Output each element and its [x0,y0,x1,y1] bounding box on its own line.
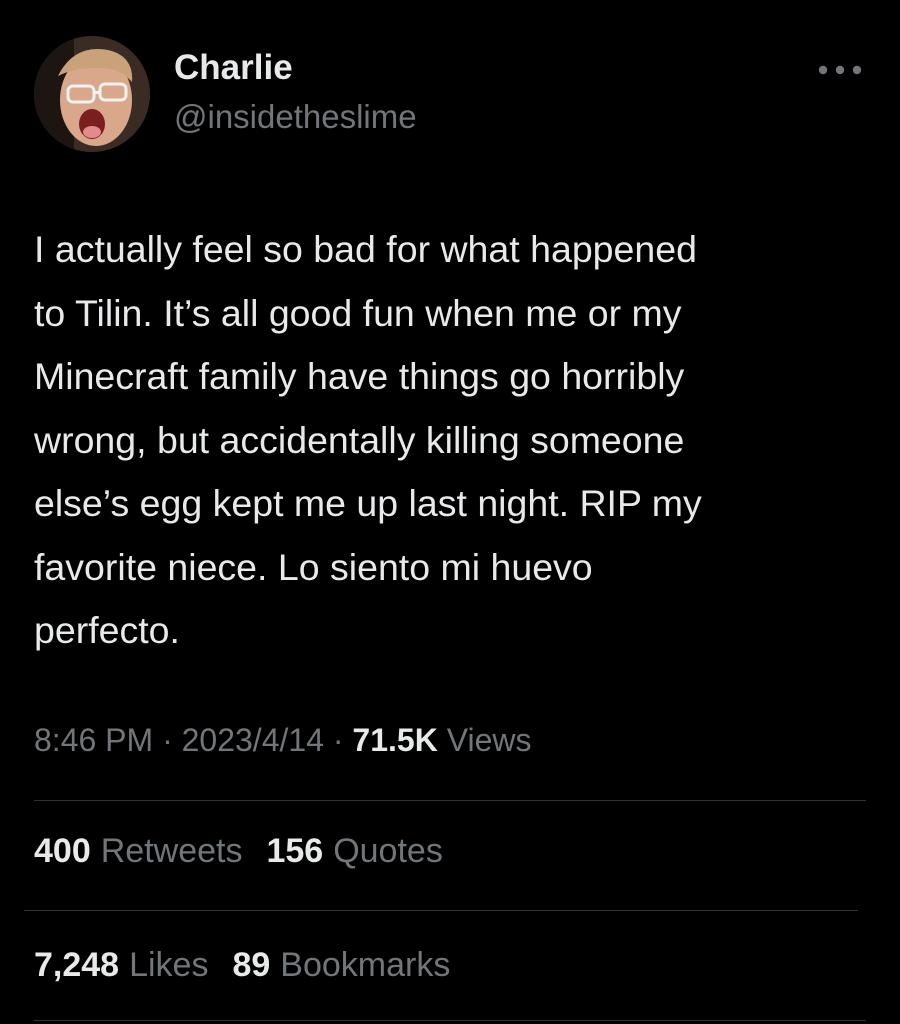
tweet-time[interactable]: 8:46 PM [34,722,153,758]
views-label: Views [446,722,532,758]
tweet-meta: 8:46 PM · 2023/4/14 · 71.5K Views [34,722,531,759]
more-icon[interactable] [814,56,866,84]
retweets-stat[interactable]: 400 Retweets [34,832,242,871]
retweets-count: 400 [34,832,91,870]
divider [34,1020,866,1021]
avatar[interactable] [34,36,150,152]
views-count: 71.5K [352,722,438,758]
quotes-count: 156 [266,832,324,870]
divider [24,910,858,911]
quotes-stat[interactable]: 156 Quotes [266,832,442,871]
meta-separator: · [162,722,173,758]
tweet-date[interactable]: 2023/4/14 [182,722,324,758]
tweet-detail: Charlie @insidetheslime I actually feel … [0,0,900,1024]
tweet-text-line: else’s egg kept me up last night. RIP my [34,482,702,524]
display-name[interactable]: Charlie [174,48,293,88]
handle[interactable]: @insidetheslime [174,98,417,136]
likes-stat[interactable]: 7,248 Likes [34,946,208,985]
bookmarks-stat[interactable]: 89 Bookmarks [232,946,450,985]
meta-separator: · [332,722,344,758]
tweet-text-line: Minecraft family have things go horribly [34,355,685,397]
tweet-text-line: to Tilin. It’s all good fun when me or m… [34,291,682,334]
quotes-label: Quotes [333,832,443,870]
avatar-image [34,36,150,152]
tweet-text-line: wrong, but accidentally killing someone [34,418,685,461]
likes-count: 7,248 [34,946,120,984]
bookmarks-label: Bookmarks [280,946,451,984]
retweets-label: Retweets [100,832,243,870]
engagement-stats-row-1: 400 Retweets 156 Quotes [34,832,443,871]
tweet-text: I actually feel so bad for what happened… [34,218,864,663]
engagement-stats-row-2: 7,248 Likes 89 Bookmarks [34,946,450,985]
bookmarks-count: 89 [232,946,271,984]
more-horizontal-icon [818,65,862,75]
likes-label: Likes [129,946,209,984]
tweet-text-line: I actually feel so bad for what happened [34,228,697,270]
tweet-text-line: perfecto. [34,609,180,651]
divider [34,800,866,801]
tweet-text-line: favorite niece. Lo siento mi huevo [34,545,593,588]
